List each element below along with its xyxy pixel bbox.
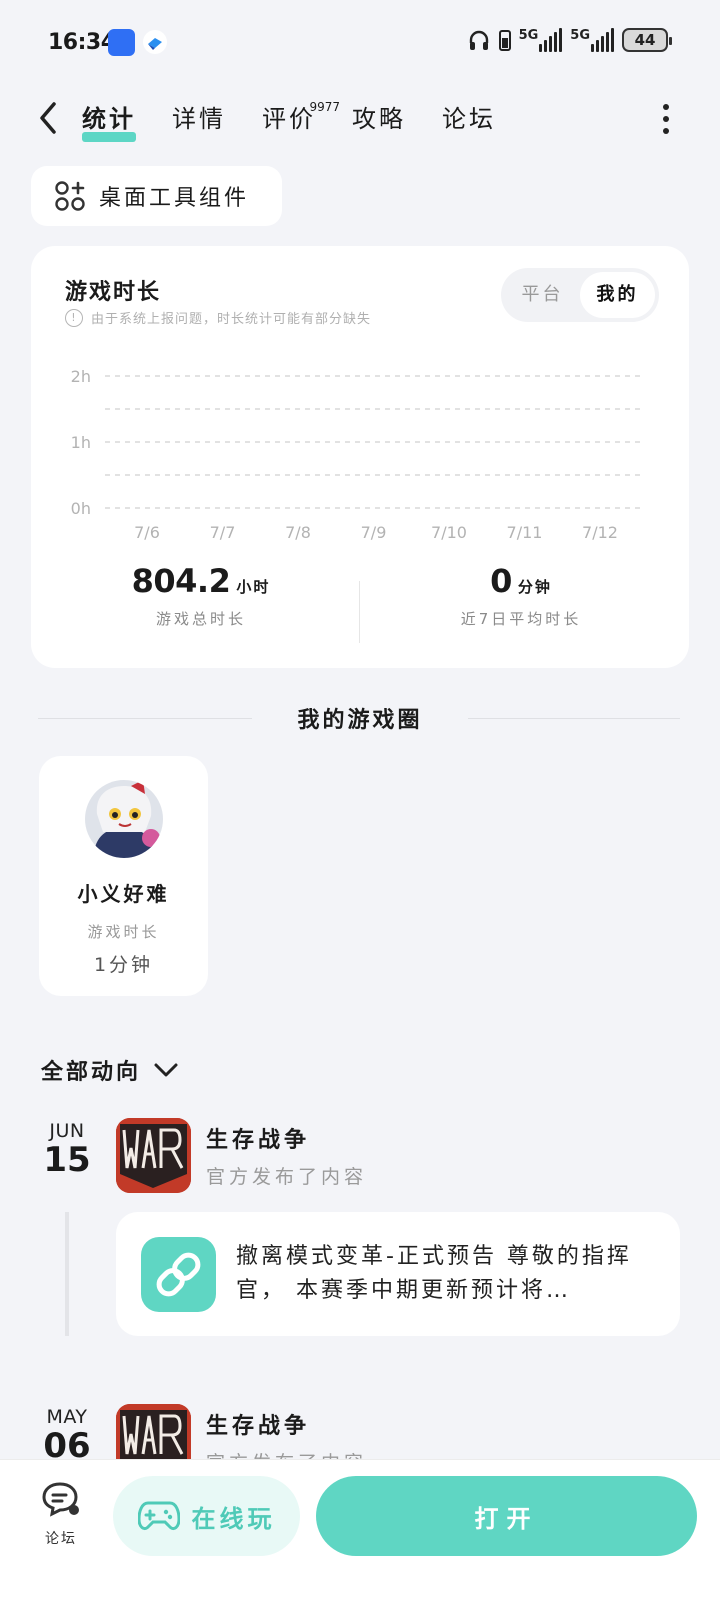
- feed-filter-dropdown[interactable]: 全部动向: [41, 1054, 179, 1086]
- feed-month: JUN: [49, 1120, 85, 1142]
- bottom-action-bar: 论坛 在线玩 打开: [0, 1459, 720, 1598]
- honor-app-icon: [108, 29, 135, 56]
- post-excerpt: 撤离模式变革-正式预告 尊敬的指挥官， 本赛季中期更新预计将…: [236, 1244, 632, 1303]
- total-time-stat: 804.2 小时 游戏总时长: [51, 562, 351, 629]
- tab-label: 评价: [262, 105, 316, 133]
- play-online-button[interactable]: 在线玩: [113, 1476, 300, 1556]
- tab-reviews[interactable]: 评价 9977: [262, 100, 340, 140]
- tab-stats[interactable]: 统计: [82, 100, 136, 142]
- desktop-widget-button[interactable]: 桌面工具组件: [31, 166, 282, 226]
- feed-header: 生存战争 官方发布了内容: [206, 1122, 367, 1189]
- note-text: 由于系统上报问题，时长统计可能有部分缺失: [91, 312, 372, 327]
- feed-game-name[interactable]: 生存战争: [206, 1122, 367, 1154]
- play-online-label: 在线玩: [191, 1504, 276, 1533]
- avg-time-label: 近7日平均时长: [460, 610, 582, 628]
- feed-game-name[interactable]: 生存战争: [206, 1408, 367, 1440]
- toggle-platform[interactable]: 平台: [505, 272, 580, 318]
- signal-icon: [591, 28, 614, 52]
- avg-time-stat: 0 分钟 近7日平均时长: [371, 562, 671, 629]
- toggle-mine[interactable]: 我的: [580, 272, 655, 318]
- signal-icon: [539, 28, 563, 52]
- status-time: 16:34: [48, 30, 116, 55]
- player-time-value: 1分钟: [93, 954, 154, 976]
- forum-chat-icon: [42, 1482, 79, 1517]
- total-time-value: 804.2: [131, 562, 231, 600]
- war-game-icon[interactable]: [116, 1118, 191, 1193]
- feed-action: 官方发布了内容: [206, 1166, 368, 1188]
- tab-label: 攻略: [352, 105, 406, 133]
- widget-grid-icon: [55, 181, 85, 211]
- stat-divider: [359, 581, 360, 643]
- post-card[interactable]: 撤离模式变革-正式预告 尊敬的指挥官， 本赛季中期更新预计将…: [116, 1212, 680, 1336]
- avg-time-value: 0: [490, 562, 512, 600]
- filter-label: 全部动向: [41, 1060, 142, 1085]
- tab-guides[interactable]: 攻略: [352, 100, 406, 140]
- battery-small-icon: [498, 30, 511, 51]
- info-icon: !: [65, 308, 83, 327]
- y-tick-label: 1h: [71, 433, 91, 452]
- more-options-icon[interactable]: [660, 104, 672, 134]
- open-label: 打开: [474, 1504, 539, 1533]
- section-title: 我的游戏圈: [297, 708, 423, 733]
- back-icon[interactable]: [34, 100, 64, 136]
- feed-date: MAY 06: [39, 1406, 95, 1464]
- tab-details[interactable]: 详情: [172, 100, 226, 140]
- y-tick-label: 2h: [71, 367, 91, 386]
- timeline-bar: [65, 1212, 69, 1336]
- feed-day: 15: [43, 1140, 91, 1180]
- x-tick-label: 7/8: [285, 523, 311, 542]
- feed-date: JUN 15: [39, 1120, 95, 1178]
- open-game-button[interactable]: 打开: [316, 1476, 697, 1556]
- avg-time-unit: 分钟: [517, 578, 552, 596]
- x-tick-label: 7/6: [134, 523, 160, 542]
- player-card[interactable]: 小义好难 游戏时长 1分钟: [39, 756, 208, 996]
- card-note: ! 由于系统上报问题，时长统计可能有部分缺失: [65, 308, 371, 327]
- network-label: 5G: [570, 28, 590, 43]
- feed-month: MAY: [46, 1406, 88, 1428]
- player-name: 小义好难: [77, 882, 170, 906]
- link-icon: [141, 1237, 216, 1312]
- card-title: 游戏时长: [65, 280, 162, 305]
- total-time-unit: 小时: [236, 578, 271, 596]
- widget-button-label: 桌面工具组件: [99, 186, 250, 211]
- forum-button[interactable]: 论坛: [38, 1480, 84, 1548]
- network-label: 5G: [518, 28, 539, 43]
- tab-label: 论坛: [442, 105, 496, 133]
- review-count-badge: 9977: [309, 100, 340, 114]
- x-tick-label: 7/9: [361, 523, 387, 542]
- play-time-card: 游戏时长 ! 由于系统上报问题，时长统计可能有部分缺失 平台 我的 2h 1h 0h…: [31, 246, 689, 668]
- total-time-label: 游戏总时长: [155, 610, 246, 628]
- x-tick-label: 7/7: [210, 523, 236, 542]
- scope-toggle: 平台 我的: [501, 268, 659, 322]
- player-time-label: 游戏时长: [87, 923, 160, 941]
- tab-label: 统计: [82, 105, 136, 133]
- tab-label: 详情: [172, 105, 226, 133]
- x-tick-label: 7/11: [507, 523, 543, 542]
- tab-bar: 统计 详情 评价 9977 攻略 论坛: [82, 100, 496, 142]
- headphones-icon: [469, 30, 488, 50]
- avatar: [84, 780, 163, 858]
- play-time-chart: 2h 1h 0h 7/6 7/7 7/8 7/9 7/10 7/11 7/12: [71, 367, 643, 542]
- x-tick-label: 7/12: [582, 523, 618, 542]
- x-tick-label: 7/10: [431, 523, 467, 542]
- feather-app-icon: [143, 30, 167, 54]
- y-tick-label: 0h: [71, 499, 91, 518]
- battery-indicator: 44: [622, 28, 672, 52]
- tab-forum[interactable]: 论坛: [442, 100, 496, 140]
- status-icons: 5G 5G 44: [467, 28, 672, 52]
- forum-label: 论坛: [45, 1531, 77, 1547]
- gamepad-icon: [137, 1501, 180, 1531]
- chevron-down-icon: [154, 1063, 178, 1077]
